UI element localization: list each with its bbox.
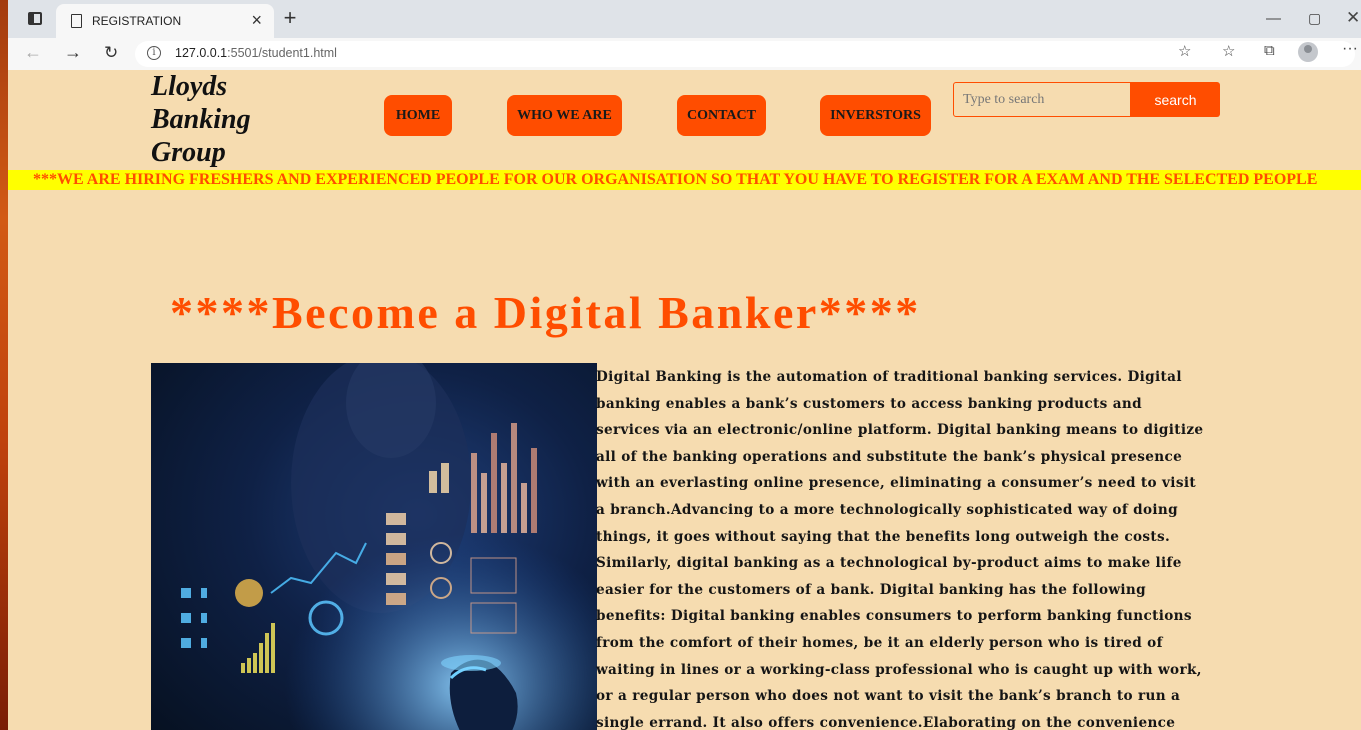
logo-line-1: Lloyds: [151, 71, 228, 102]
tab-actions-icon[interactable]: [28, 12, 42, 25]
close-window-icon[interactable]: ✕: [1346, 8, 1360, 28]
hiring-marquee: ***WE ARE HIRING FRESHERS AND EXPERIENCE…: [8, 170, 1361, 190]
address-bar-row: ← → ↻ i 127.0.0.1:5501/student1.html ☆ ☆…: [8, 38, 1361, 70]
browser-tab[interactable]: REGISTRATION ×: [56, 4, 274, 38]
marquee-text: ***WE ARE HIRING FRESHERS AND EXPERIENCE…: [33, 171, 1318, 188]
nav-contact-button[interactable]: CONTACT: [677, 95, 766, 136]
page-heading: ****Become a Digital Banker****: [170, 287, 921, 338]
collections-icon[interactable]: ⧉: [1264, 42, 1275, 59]
more-icon[interactable]: ···: [1342, 40, 1358, 58]
nav-investors-button[interactable]: INVERSTORS: [820, 95, 931, 136]
article-paragraph: Digital Banking is the automation of tra…: [596, 369, 1204, 730]
maximize-icon[interactable]: ▢: [1308, 10, 1321, 27]
site-logo[interactable]: Lloyds Banking Group: [151, 70, 281, 169]
page-icon: [71, 14, 82, 28]
forward-icon[interactable]: →: [64, 42, 82, 63]
favorites-icon[interactable]: ☆: [1222, 42, 1235, 60]
reload-icon[interactable]: ↻: [104, 43, 118, 63]
search-button[interactable]: search: [1131, 82, 1220, 117]
digital-banking-hologram-image: [151, 363, 597, 730]
logo-line-3: Group: [151, 137, 226, 168]
url-field[interactable]: i 127.0.0.1:5501/student1.html: [135, 41, 1355, 67]
url-path: :5501/student1.html: [227, 46, 337, 60]
url-text: 127.0.0.1:5501/student1.html: [175, 46, 337, 60]
favorite-add-icon[interactable]: ☆: [1178, 42, 1191, 60]
profile-icon[interactable]: [1298, 42, 1318, 62]
new-tab-icon[interactable]: +: [280, 5, 300, 31]
logo-line-2: Banking: [151, 104, 251, 135]
minimize-icon[interactable]: —: [1266, 10, 1281, 27]
url-host: 127.0.0.1: [175, 46, 228, 60]
tab-title: REGISTRATION: [92, 14, 182, 28]
browser-tab-bar: REGISTRATION × + — ▢ ✕: [8, 0, 1361, 38]
hero-illustration: [151, 363, 597, 730]
search-input[interactable]: [953, 82, 1131, 117]
nav-home-button[interactable]: HOME: [384, 95, 452, 136]
web-page: Lloyds Banking Group HOME WHO WE ARE CON…: [8, 70, 1361, 730]
nav-who-we-are-button[interactable]: WHO WE ARE: [507, 95, 622, 136]
close-icon[interactable]: ×: [251, 10, 262, 31]
info-icon[interactable]: i: [147, 46, 161, 60]
back-icon[interactable]: ←: [24, 42, 42, 63]
